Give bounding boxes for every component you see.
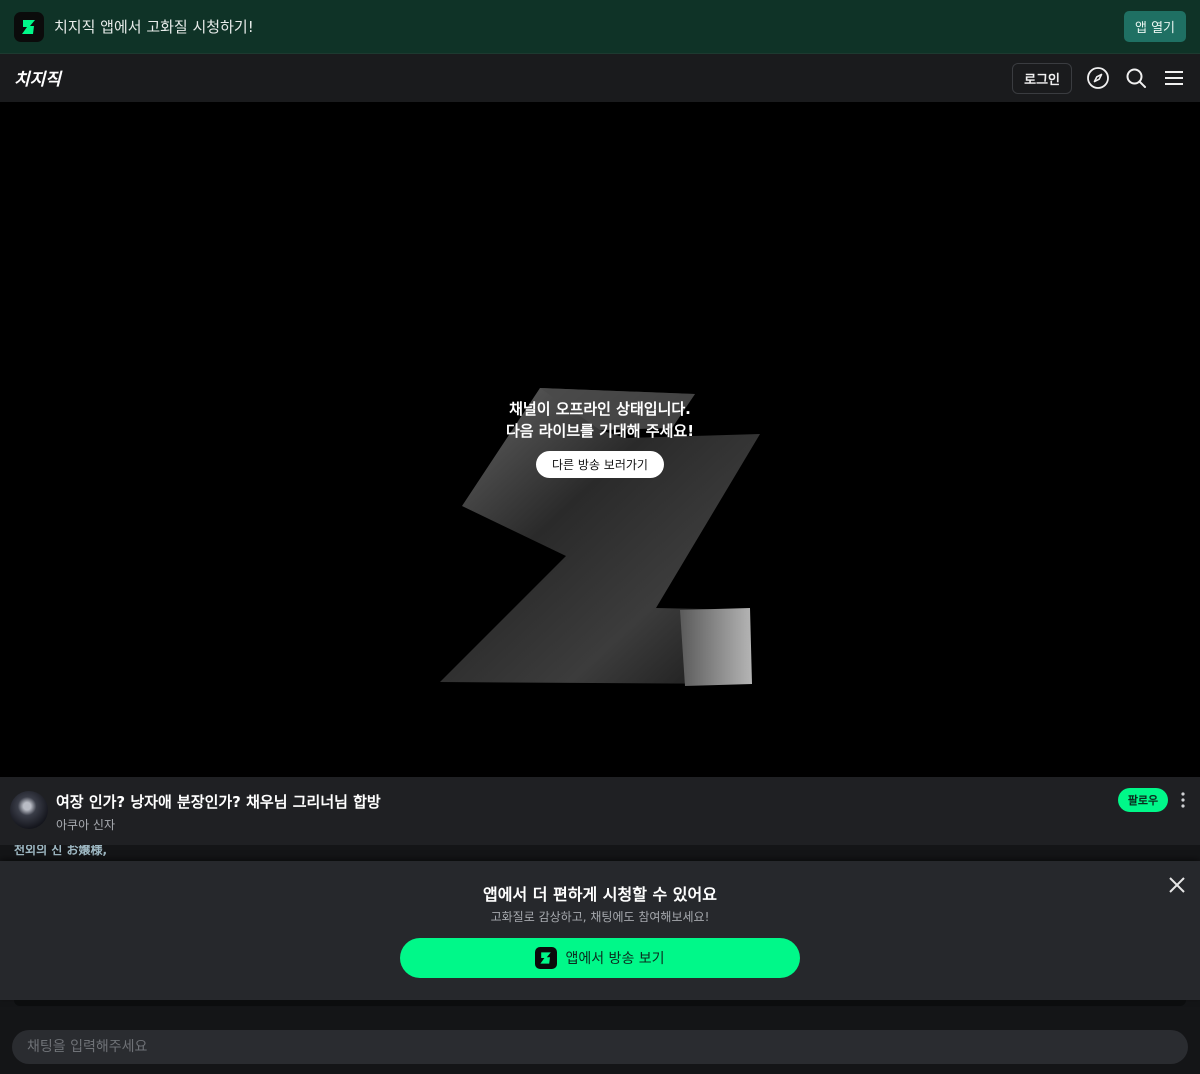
chat-input[interactable] — [12, 1030, 1188, 1064]
sheet-divider — [14, 1000, 1186, 1006]
compass-icon[interactable] — [1086, 66, 1110, 90]
watch-in-app-label: 앱에서 방송 보기 — [565, 951, 665, 967]
brand-logo[interactable]: 치지직 — [14, 67, 84, 89]
other-streams-button[interactable]: 다른 방송 보러가기 — [536, 451, 664, 478]
offline-message: 채널이 오프라인 상태입니다. 다음 라이브를 기대해 주세요! — [0, 398, 1200, 442]
video-player[interactable]: 채널이 오프라인 상태입니다. 다음 라이브를 기대해 주세요! 다른 방송 보… — [0, 102, 1200, 777]
chzzk-app-icon — [535, 947, 558, 969]
chat-input-area — [0, 1014, 1200, 1074]
banner-text: 치지직 앱에서 고화질 시청하기! — [54, 18, 254, 36]
streamer-name[interactable]: 아쿠아 신자 — [56, 816, 115, 833]
sheet-title: 앱에서 더 편하게 시청할 수 있어요 — [483, 885, 717, 904]
more-options-icon[interactable] — [1174, 790, 1192, 810]
chzzk-logo-icon: 치지직 — [14, 70, 63, 89]
watch-in-app-button[interactable]: 앱에서 방송 보기 — [400, 938, 800, 978]
stream-title: 여장 인가? 낭자애 분장인가? 채우님 그리너님 합방 — [56, 793, 381, 811]
streamer-avatar[interactable] — [10, 791, 48, 829]
close-icon[interactable] — [1166, 874, 1188, 896]
login-button[interactable]: 로그인 — [1012, 62, 1072, 94]
offline-line-2: 다음 라이브를 기대해 주세요! — [505, 422, 695, 440]
search-icon[interactable] — [1124, 66, 1148, 90]
top-header: 치지직 로그인 — [0, 54, 1200, 102]
header-actions: 로그인 — [1012, 62, 1186, 94]
menu-icon[interactable] — [1162, 66, 1186, 90]
app-download-banner[interactable]: 치지직 앱에서 고화질 시청하기! 앱 열기 — [0, 0, 1200, 54]
chat-message-text: 천외의 신 お嬢様, — [14, 845, 108, 857]
open-app-button[interactable]: 앱 열기 — [1123, 11, 1186, 42]
follow-button[interactable]: 팔로우 — [1118, 788, 1168, 812]
stream-info-bar: 여장 인가? 낭자애 분장인가? 채우님 그리너님 합방 아쿠아 신자 팔로우 — [0, 777, 1200, 846]
chat-message-peek: 천외의 신 お嬢様, — [0, 845, 1200, 861]
sheet-subtitle: 고화질로 감상하고, 채팅에도 참여해보세요! — [490, 910, 710, 924]
chzzk-app-icon — [14, 11, 44, 42]
offline-line-1: 채널이 오프라인 상태입니다. — [509, 400, 691, 418]
svg-text:치지직: 치지직 — [14, 70, 63, 89]
app-promo-sheet: 앱에서 더 편하게 시청할 수 있어요 고화질로 감상하고, 채팅에도 참여해보… — [0, 861, 1200, 1000]
